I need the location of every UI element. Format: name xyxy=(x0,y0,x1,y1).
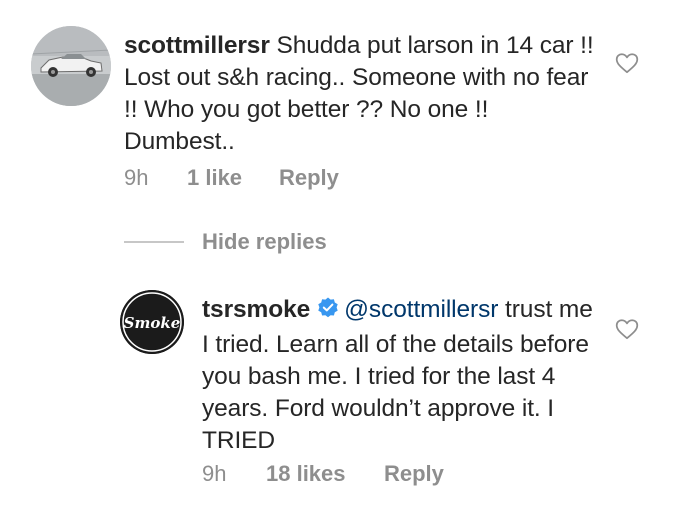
comment-time: 9h xyxy=(202,461,227,486)
verified-badge-icon xyxy=(316,296,340,329)
comment-time: 9h xyxy=(124,165,149,190)
likes-count-button[interactable]: 18 likes xyxy=(266,461,346,487)
reply-button[interactable]: Reply xyxy=(384,461,444,487)
likes-count-button[interactable]: 1 like xyxy=(187,165,242,191)
reply-button[interactable]: Reply xyxy=(279,165,339,191)
avatar[interactable]: Smoke xyxy=(120,290,184,354)
hide-replies-label: Hide replies xyxy=(202,229,327,254)
comment-meta: 9h 18 likes Reply xyxy=(202,461,502,487)
avatar[interactable] xyxy=(31,26,111,106)
comment-username[interactable]: scottmillersr xyxy=(124,32,270,59)
comments-thread: scottmillersr Shudda put larson in 14 ca… xyxy=(0,0,680,510)
smoke-logo-text: Smoke xyxy=(124,314,181,332)
car-photo-avatar-icon xyxy=(31,26,111,106)
heart-outline-icon[interactable] xyxy=(614,316,640,342)
reply-body: tsrsmoke @scottmillersr trust me I tried.… xyxy=(202,294,602,457)
smoke-logo-avatar-icon: Smoke xyxy=(120,290,184,354)
comment-meta: 9h 1 like Reply xyxy=(124,165,424,191)
comment-body: scottmillersr Shudda put larson in 14 ca… xyxy=(124,30,594,158)
mention-link[interactable]: @scottmillersr xyxy=(344,296,498,323)
hide-replies-button[interactable]: Hide replies xyxy=(124,229,424,255)
divider xyxy=(124,241,184,243)
heart-outline-icon[interactable] xyxy=(614,50,640,76)
comment-username[interactable]: tsrsmoke xyxy=(202,296,310,323)
